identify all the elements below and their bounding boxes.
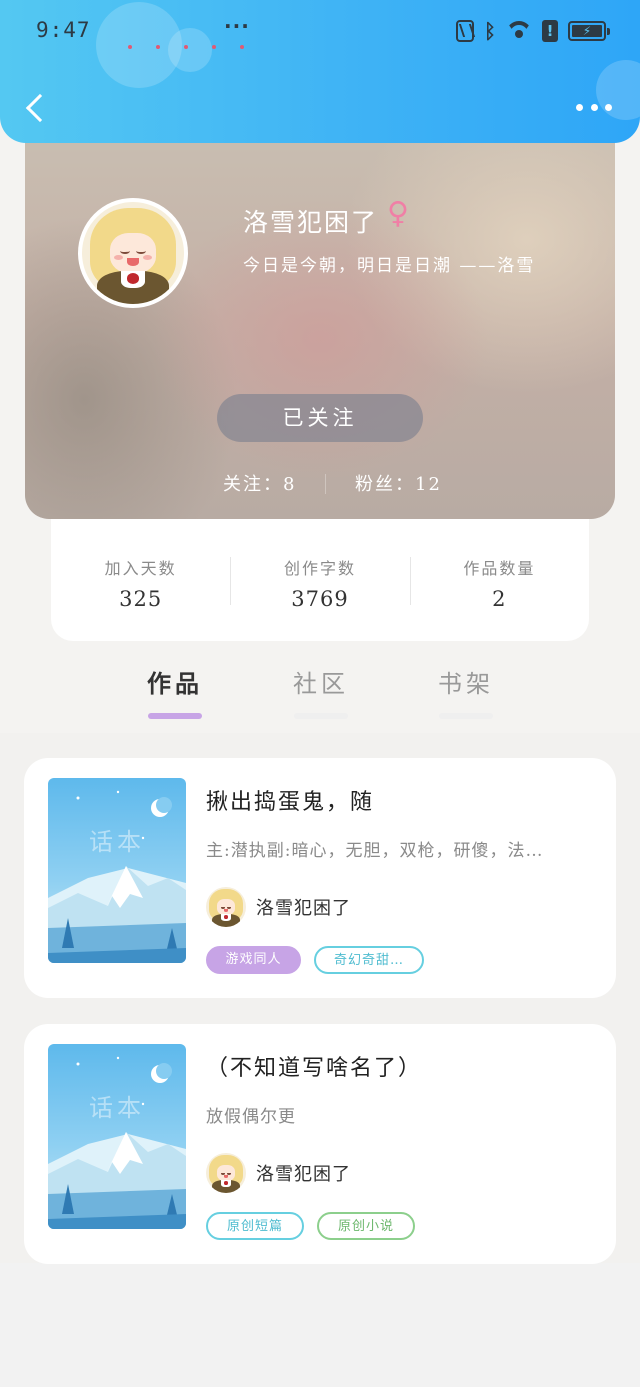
avatar-image bbox=[82, 202, 184, 304]
book-cover[interactable]: 话本 bbox=[48, 778, 186, 963]
work-card[interactable]: 话本 揪出捣蛋鬼，随 主:潜执副:暗心，无胆，双枪，研傻，法… 洛雪犯困了 游戏… bbox=[24, 758, 616, 998]
following-count[interactable]: 关注：8 bbox=[223, 470, 296, 496]
stat-value: 3769 bbox=[291, 587, 349, 611]
tab-label: 书架 bbox=[438, 670, 494, 698]
tag-chip[interactable]: 原创短篇 bbox=[206, 1212, 304, 1240]
bluetooth-icon: ᛒ bbox=[484, 19, 496, 43]
mountain-cover-image bbox=[48, 790, 186, 963]
work-description: 放假偶尔更 bbox=[206, 1107, 296, 1127]
cover-text: 话本 bbox=[89, 828, 145, 856]
back-arrow-icon[interactable] bbox=[22, 92, 56, 126]
work-tags: 原创短篇 原创小说 bbox=[206, 1212, 415, 1240]
stat-word-count: 创作字数 3769 bbox=[230, 519, 409, 641]
work-description: 主:潜执副:暗心，无胆，双枪，研傻，法… bbox=[206, 841, 544, 861]
work-author[interactable]: 洛雪犯困了 bbox=[206, 886, 351, 928]
work-author[interactable]: 洛雪犯困了 bbox=[206, 1152, 351, 1194]
stat-value: 2 bbox=[492, 587, 507, 611]
fans-count[interactable]: 粉丝：12 bbox=[355, 470, 442, 496]
battery-charging-icon: ⚡ bbox=[568, 21, 610, 41]
female-gender-icon: ♀ bbox=[387, 196, 409, 231]
tab-works[interactable]: 作品 bbox=[125, 664, 225, 719]
tab-indicator bbox=[294, 713, 348, 719]
tab-community[interactable]: 社区 bbox=[271, 664, 371, 719]
stat-label: 作品数量 bbox=[463, 559, 536, 578]
tab-bar: 作品 社区 书架 bbox=[0, 650, 640, 730]
nfc-icon bbox=[456, 20, 474, 42]
page-bottom-area bbox=[0, 1263, 640, 1387]
tab-label: 作品 bbox=[147, 669, 203, 698]
avatar[interactable] bbox=[78, 198, 188, 308]
tab-label: 社区 bbox=[293, 670, 349, 698]
tag-chip[interactable]: 奇幻奇甜… bbox=[314, 946, 424, 974]
tag-chip[interactable]: 原创小说 bbox=[317, 1212, 415, 1240]
more-dots-icon[interactable] bbox=[576, 104, 612, 116]
status-icons: ᛒ ! ⚡ bbox=[456, 16, 610, 46]
status-time: 9:47 bbox=[36, 18, 91, 42]
top-bar: 9:47 ··· ᛒ ! ⚡ bbox=[0, 0, 640, 143]
status-bar: 9:47 ··· ᛒ ! ⚡ bbox=[36, 14, 610, 49]
stat-label: 加入天数 bbox=[104, 559, 177, 578]
tag-chip[interactable]: 游戏同人 bbox=[206, 946, 301, 974]
status-more-text: ··· bbox=[224, 14, 250, 38]
tab-indicator bbox=[148, 713, 202, 719]
divider bbox=[325, 474, 326, 494]
work-card[interactable]: 话本 （不知道写啥名了） 放假偶尔更 洛雪犯困了 原创短篇 原创小说 bbox=[24, 1024, 616, 1264]
cover-text: 话本 bbox=[89, 1094, 145, 1122]
alert-icon: ! bbox=[542, 20, 558, 42]
avatar bbox=[206, 1153, 246, 1193]
tab-indicator bbox=[439, 713, 493, 719]
stat-join-days: 加入天数 325 bbox=[51, 519, 230, 641]
book-cover[interactable]: 话本 bbox=[48, 1044, 186, 1229]
work-title[interactable]: （不知道写啥名了） bbox=[206, 1050, 422, 1082]
profile-header-card: 洛雪犯困了 ♀ 今日是今朝，明日是日潮 ——洛雪 已关注 关注：8 粉丝：12 bbox=[25, 120, 615, 519]
work-title[interactable]: 揪出捣蛋鬼，随 bbox=[206, 784, 374, 816]
stat-works-count: 作品数量 2 bbox=[409, 519, 589, 641]
stat-label: 创作字数 bbox=[283, 559, 356, 578]
follow-button[interactable]: 已关注 bbox=[217, 394, 423, 442]
stats-card: 加入天数 325 创作字数 3769 作品数量 2 bbox=[51, 519, 589, 641]
author-name: 洛雪犯困了 bbox=[256, 898, 351, 919]
profile-nickname: 洛雪犯困了 bbox=[243, 208, 379, 237]
stat-value: 325 bbox=[119, 587, 163, 611]
wifi-icon bbox=[506, 21, 532, 41]
profile-signature: 今日是今朝，明日是日潮 ——洛雪 bbox=[243, 256, 536, 276]
tab-bookshelf[interactable]: 书架 bbox=[416, 664, 516, 719]
author-name: 洛雪犯困了 bbox=[256, 1164, 351, 1185]
mountain-cover-image bbox=[48, 1056, 186, 1229]
work-tags: 游戏同人 奇幻奇甜… bbox=[206, 946, 424, 974]
avatar bbox=[206, 887, 246, 927]
